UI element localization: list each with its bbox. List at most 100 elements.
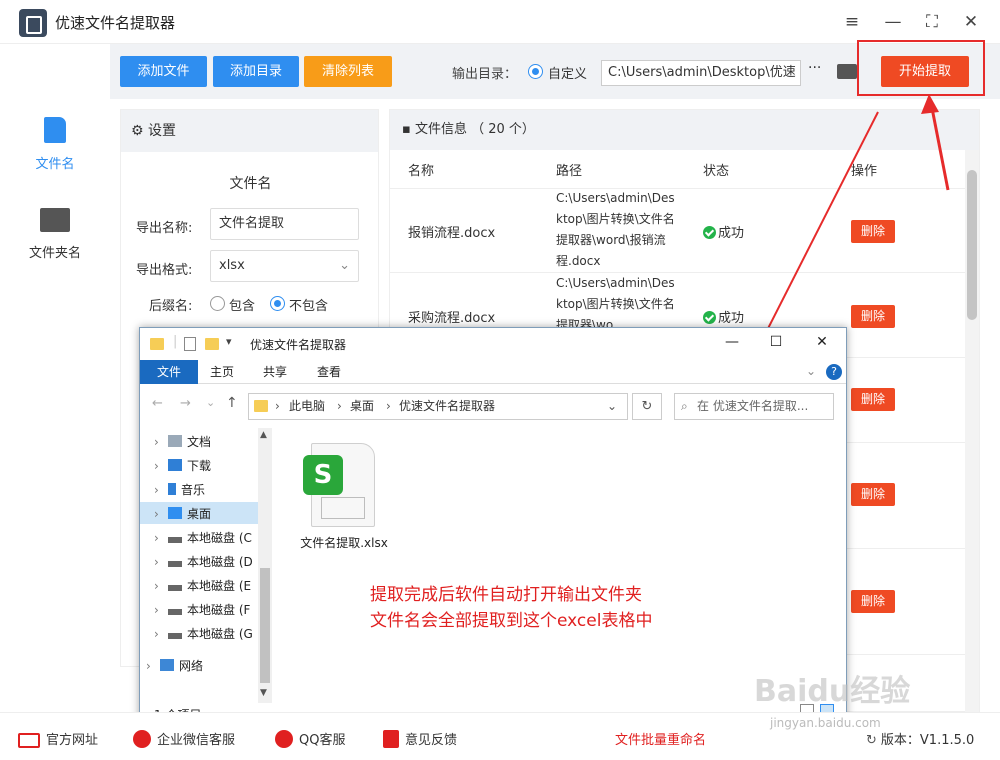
music-icon <box>168 483 176 495</box>
search-input[interactable]: ⌕ 在 优速文件名提取... <box>674 393 834 420</box>
xlsx-file-icon[interactable]: S <box>303 441 375 529</box>
delete-button[interactable]: 删除 <box>851 305 895 328</box>
tree-item-drive-f[interactable]: › 本地磁盘 (F <box>154 601 250 618</box>
breadcrumb-this-pc[interactable]: 此电脑 <box>289 394 325 419</box>
delete-button[interactable]: 删除 <box>851 483 895 506</box>
suffix-include-radio[interactable] <box>210 296 225 311</box>
status-cell: 成功 <box>703 222 744 241</box>
delete-button[interactable]: 删除 <box>851 220 895 243</box>
tree-item-documents[interactable]: › 文档 <box>154 433 211 450</box>
tree-item-music[interactable]: › 音乐 <box>154 481 205 498</box>
breadcrumb-folder[interactable]: 优速文件名提取器 <box>399 394 495 419</box>
tree-item-label: 音乐 <box>181 483 206 497</box>
status-text: 成功 <box>718 311 745 326</box>
add-directory-button[interactable]: 添加目录 <box>213 56 299 87</box>
breadcrumb-desktop[interactable]: 桌面 <box>350 394 374 419</box>
tree-item-downloads[interactable]: › 下载 <box>154 457 211 474</box>
export-format-select[interactable]: xlsx ⌄ <box>210 250 359 282</box>
status-cell: 成功 <box>703 307 744 326</box>
wechat-support-link[interactable]: 企业微信客服 <box>133 729 235 748</box>
menu-icon[interactable]: ≡ <box>840 10 864 34</box>
minimize-icon[interactable]: — <box>881 10 905 34</box>
column-header-status: 状态 <box>703 164 730 179</box>
forward-icon[interactable]: → <box>180 396 191 411</box>
minimize-icon[interactable]: — <box>722 334 742 350</box>
clear-list-button[interactable]: 清除列表 <box>304 56 392 87</box>
scroll-down-icon[interactable]: ▼ <box>260 688 267 698</box>
watermark: Baidu经验 <box>754 674 911 709</box>
quick-access-dropdown-icon[interactable]: ▾ <box>226 335 232 348</box>
annotation-line-2: 文件名会全部提取到这个excel表格中 <box>370 611 653 631</box>
gear-icon: ⚙ <box>131 123 144 139</box>
tree-item-drive-g[interactable]: › 本地磁盘 (G <box>154 625 253 642</box>
version-info: ↻ 版本：V1.1.5.0 <box>866 729 974 748</box>
tree-item-drive-c[interactable]: › 本地磁盘 (C <box>154 529 252 546</box>
file-list-scrollbar[interactable] <box>965 150 979 712</box>
feedback-link[interactable]: 意见反馈 <box>383 729 457 748</box>
navigation-pane: › 文档 › 下载 › 音乐 › 桌面 › 本地磁盘 (C › 本地磁盘 (D › 本地磁盘 … <box>140 428 272 703</box>
tree-item-drive-e[interactable]: › 本地磁盘 (E <box>154 577 251 594</box>
ribbon-tab-view[interactable]: 查看 <box>309 360 349 384</box>
maximize-icon[interactable]: ⛶ <box>920 10 944 34</box>
properties-icon[interactable] <box>184 337 196 351</box>
sidebar-item-foldername[interactable]: 文件夹名 <box>0 208 110 261</box>
drive-icon <box>168 633 182 639</box>
refresh-icon[interactable]: ↻ <box>632 393 662 420</box>
title-bar: 优速文件名提取器 ≡ — ⛶ ✕ <box>0 0 1000 44</box>
ribbon-tab-file[interactable]: 文件 <box>140 360 198 384</box>
address-dropdown-icon[interactable]: ⌄ <box>607 394 617 419</box>
add-file-button[interactable]: 添加文件 <box>120 56 207 87</box>
close-icon[interactable]: ✕ <box>812 334 832 350</box>
tree-item-label: 本地磁盘 (D <box>187 555 253 569</box>
search-placeholder: 在 优速文件名提取... <box>697 399 809 413</box>
close-icon[interactable]: ✕ <box>959 10 983 34</box>
address-bar[interactable]: › 此电脑 › 桌面 › 优速文件名提取器 ⌄ <box>248 393 628 420</box>
export-name-field[interactable]: 文件名提取 <box>210 208 359 240</box>
scroll-up-icon[interactable]: ▲ <box>260 430 267 440</box>
separator: | <box>173 334 178 349</box>
recent-dropdown-icon[interactable]: ⌄ <box>206 396 215 409</box>
qq-support-link[interactable]: QQ客服 <box>275 729 345 748</box>
navigation-scrollbar[interactable]: ▲ ▼ <box>258 428 272 703</box>
custom-output-radio[interactable] <box>528 64 543 79</box>
sidebar-item-filename[interactable]: 文件名 <box>0 117 110 172</box>
tree-item-desktop[interactable]: › 桌面 <box>154 505 211 522</box>
new-folder-icon[interactable] <box>205 338 219 350</box>
back-icon[interactable]: ← <box>152 396 163 411</box>
delete-button[interactable]: 删除 <box>851 590 895 613</box>
up-icon[interactable]: ↑ <box>226 395 238 411</box>
tree-item-drive-d[interactable]: › 本地磁盘 (D <box>154 553 253 570</box>
watermark-url: jingyan.baidu.com <box>770 716 881 730</box>
file-name-label[interactable]: 文件名提取.xlsx <box>290 534 398 551</box>
explorer-address-row: ← → ⌄ ↑ › 此电脑 › 桌面 › 优速文件名提取器 ⌄ ↻ ⌕ 在 优速… <box>140 384 846 428</box>
spreadsheet-grid-icon <box>321 497 365 519</box>
maximize-icon[interactable]: ☐ <box>766 334 786 350</box>
ribbon-tab-share[interactable]: 共享 <box>255 360 295 384</box>
official-site-link[interactable]: 官方网址 <box>18 729 98 748</box>
ribbon-expand-icon[interactable]: ⌄ <box>806 364 816 378</box>
settings-title: 设置 <box>148 123 177 139</box>
sidebar-item-label: 文件夹名 <box>28 246 81 261</box>
file-info-header: ▪ 文件信息 （ 20 个） <box>390 110 979 150</box>
ribbon-tab-home[interactable]: 主页 <box>202 360 242 384</box>
delete-button[interactable]: 删除 <box>851 388 895 411</box>
desktop-icon <box>168 507 182 519</box>
drive-icon <box>168 609 182 615</box>
suffix-exclude-radio[interactable] <box>270 296 285 311</box>
batch-rename-link[interactable]: 文件批量重命名 <box>615 729 706 748</box>
scrollbar-thumb[interactable] <box>260 568 270 683</box>
settings-section-title: 文件名 <box>229 176 272 192</box>
scrollbar-thumb[interactable] <box>967 170 977 320</box>
open-folder-icon[interactable] <box>837 64 857 79</box>
annotation-line-1: 提取完成后软件自动打开输出文件夹 <box>370 585 642 605</box>
output-path-field[interactable]: C:\Users\admin\Desktop\优速 <box>601 60 801 86</box>
table-row: 报销流程.docx C:\Users\admin\Desktop\图片转换\文件… <box>390 188 965 273</box>
suffix-label: 后缀名: <box>149 299 193 314</box>
file-icon <box>44 117 66 143</box>
check-circle-icon <box>703 311 716 324</box>
browse-more-icon[interactable]: ··· <box>808 60 821 76</box>
annotation-text: 提取完成后软件自动打开输出文件夹 文件名会全部提取到这个excel表格中 <box>370 582 652 634</box>
export-format-value: xlsx <box>219 258 245 273</box>
tree-item-network[interactable]: › 网络 <box>146 657 203 674</box>
help-icon[interactable]: ? <box>826 364 842 380</box>
